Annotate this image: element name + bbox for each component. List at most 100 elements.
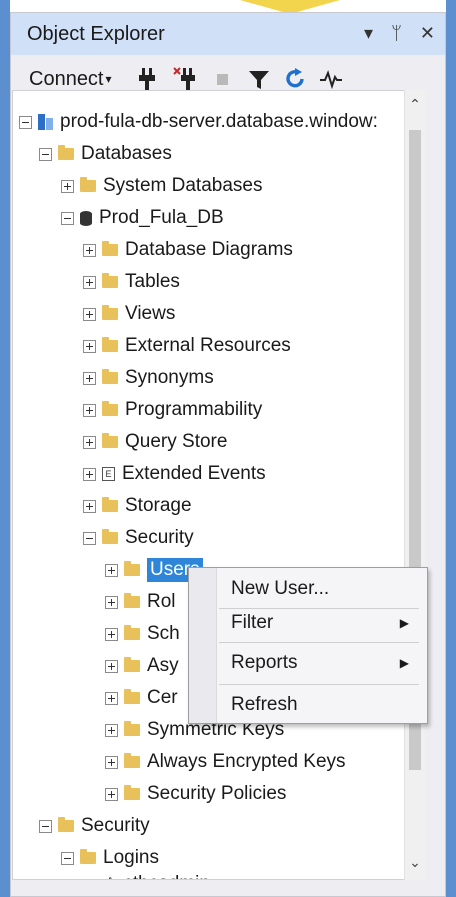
tree-node-storage[interactable]: Storage: [83, 491, 192, 521]
stop-icon[interactable]: [211, 66, 235, 92]
tree-node-asymmetric-keys[interactable]: Asy: [105, 651, 179, 681]
tree-node-tables[interactable]: Tables: [83, 267, 180, 297]
tree-node-certificates[interactable]: Cer: [105, 683, 178, 713]
node-label: Programmability: [125, 399, 263, 420]
submenu-arrow-icon: ▶: [399, 656, 409, 670]
tree-node-login-user[interactable]: ♙ ctbcadmin: [103, 869, 210, 879]
expand-icon[interactable]: [105, 595, 118, 609]
expand-icon[interactable]: [105, 563, 118, 577]
expand-icon[interactable]: [83, 435, 96, 449]
expand-icon[interactable]: [83, 339, 96, 353]
collapse-icon[interactable]: [61, 851, 74, 865]
menu-item-new-user[interactable]: New User...: [231, 576, 419, 602]
collapse-icon[interactable]: [19, 115, 32, 129]
vertical-scrollbar[interactable]: ⌃ ⌄: [404, 90, 425, 880]
expand-icon[interactable]: [105, 755, 118, 769]
menu-item-filter[interactable]: Filter ▶: [231, 610, 419, 636]
expand-icon[interactable]: [83, 371, 96, 385]
dropdown-icon[interactable]: ▾: [364, 21, 373, 45]
folder-icon: [102, 529, 118, 544]
tree-node-synonyms[interactable]: Synonyms: [83, 363, 214, 393]
expand-icon[interactable]: [105, 691, 118, 705]
context-menu: New User... Filter ▶ Reports ▶ Refresh: [188, 567, 428, 724]
window-edge-left: [0, 0, 10, 897]
menu-item-label: Reports: [231, 652, 298, 673]
connect-plug-icon[interactable]: [135, 66, 159, 92]
tree-node-schemas[interactable]: Sch: [105, 619, 180, 649]
node-label: Extended Events: [122, 463, 266, 484]
expand-icon[interactable]: [61, 179, 74, 193]
menu-separator: [219, 684, 419, 685]
folder-icon: [124, 593, 140, 608]
node-label: Databases: [81, 143, 172, 164]
node-label: ctbcadmin: [123, 873, 210, 879]
node-label: Security: [125, 527, 194, 548]
folder-icon: [102, 433, 118, 448]
node-label: Cer: [147, 687, 178, 708]
tree-node-roles[interactable]: Rol: [105, 587, 176, 617]
tree-node-server[interactable]: prod-fula-db-server.database.window:: [19, 107, 378, 137]
collapse-icon[interactable]: [61, 211, 74, 225]
window-frame: Object Explorer ▾ ᛘ ✕ Connect ▾ prod-ful…: [0, 0, 456, 897]
node-label: Always Encrypted Keys: [147, 751, 346, 772]
menu-item-label: Refresh: [231, 694, 298, 715]
node-label: Query Store: [125, 431, 228, 452]
tree-node-query-store[interactable]: Query Store: [83, 427, 227, 457]
menu-item-reports[interactable]: Reports ▶: [231, 650, 419, 676]
extended-events-icon: E: [102, 467, 115, 481]
expand-icon[interactable]: [83, 243, 96, 257]
connect-label: Connect: [29, 68, 104, 90]
tree-node-programmability[interactable]: Programmability: [83, 395, 262, 425]
tree-node-system-databases[interactable]: System Databases: [61, 171, 262, 201]
expand-icon[interactable]: [105, 659, 118, 673]
folder-icon: [124, 753, 140, 768]
expand-icon[interactable]: [105, 627, 118, 641]
expand-icon[interactable]: [105, 787, 118, 801]
folder-icon: [124, 561, 140, 576]
expand-icon[interactable]: [105, 723, 118, 737]
expand-icon[interactable]: [83, 499, 96, 513]
tree-node-external-resources[interactable]: External Resources: [83, 331, 291, 361]
collapse-icon[interactable]: [39, 147, 52, 161]
menu-item-refresh[interactable]: Refresh: [231, 692, 419, 718]
expand-icon[interactable]: [83, 307, 96, 321]
close-icon[interactable]: ✕: [420, 21, 435, 45]
expand-icon[interactable]: [83, 403, 96, 417]
tree-node-views[interactable]: Views: [83, 299, 175, 329]
chevron-down-icon[interactable]: ⌄: [407, 854, 423, 874]
collapse-icon[interactable]: [83, 531, 96, 545]
chevron-up-icon[interactable]: ⌃: [407, 96, 423, 116]
server-icon: [38, 114, 54, 130]
tree-node-security-policies[interactable]: Security Policies: [105, 779, 286, 809]
tree-node-always-encrypted-keys[interactable]: Always Encrypted Keys: [105, 747, 346, 777]
folder-icon: [102, 497, 118, 512]
panel-title-bar: Object Explorer ▾ ᛘ ✕: [11, 13, 445, 56]
pin-icon[interactable]: ᛘ: [391, 21, 402, 45]
filter-icon[interactable]: [247, 66, 271, 92]
title-controls: ▾ ᛘ ✕: [364, 21, 435, 45]
tree-node-server-security[interactable]: Security: [39, 811, 150, 841]
node-label: Logins: [103, 847, 159, 868]
expand-icon[interactable]: [83, 467, 96, 481]
node-label: Security Policies: [147, 783, 287, 804]
tree-node-database[interactable]: Prod_Fula_DB: [61, 203, 224, 233]
node-label: Database Diagrams: [125, 239, 293, 260]
expand-icon[interactable]: [83, 275, 96, 289]
disconnect-icon[interactable]: [173, 66, 197, 92]
collapse-icon[interactable]: [39, 819, 52, 833]
folder-icon: [102, 241, 118, 256]
folder-icon: [124, 721, 140, 736]
node-label: Sch: [147, 623, 180, 644]
tree-node-db-security[interactable]: Security: [83, 523, 194, 553]
connect-button[interactable]: Connect ▾: [29, 68, 112, 91]
folder-icon: [58, 817, 74, 832]
tree-node-extended-events[interactable]: E Extended Events: [83, 459, 266, 489]
node-label: Asy: [147, 655, 179, 676]
server-label: prod-fula-db-server.database.window:: [60, 111, 378, 132]
tree-node-database-diagrams[interactable]: Database Diagrams: [83, 235, 293, 265]
refresh-icon[interactable]: [283, 66, 307, 92]
chevron-down-icon: ▾: [105, 72, 112, 86]
node-label: Prod_Fula_DB: [99, 207, 224, 228]
activity-monitor-icon[interactable]: [319, 66, 343, 92]
tree-node-databases[interactable]: Databases: [39, 139, 172, 169]
